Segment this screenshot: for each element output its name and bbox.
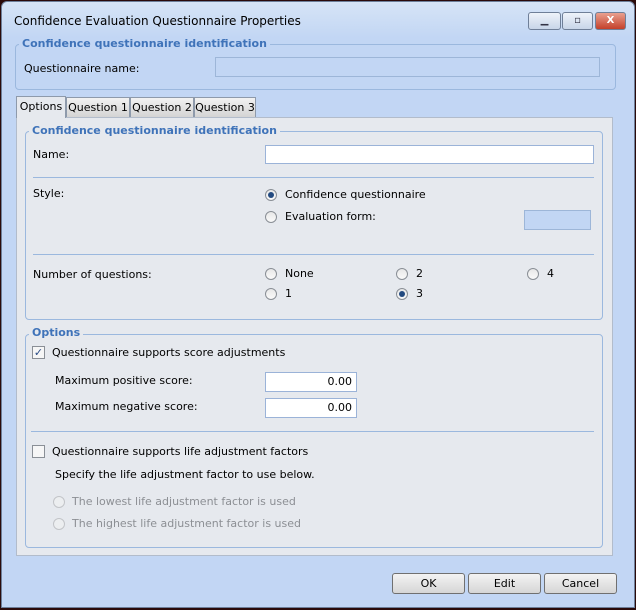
separator [33, 177, 594, 178]
number-of-questions-label: Number of questions: [33, 268, 152, 281]
ok-button[interactable]: OK [392, 573, 465, 594]
specify-text: Specify the life adjustment factor to us… [55, 468, 315, 481]
tab-question-2[interactable]: Question 2 [130, 97, 194, 118]
questions-3-radio[interactable] [396, 288, 408, 300]
questionnaire-name-input[interactable] [215, 57, 600, 77]
tab-question-1[interactable]: Question 1 [66, 97, 130, 118]
life-adjustment-label: Questionnaire supports life adjustment f… [52, 445, 309, 458]
style-confidence-label: Confidence questionnaire [285, 188, 426, 201]
tab-question-3[interactable]: Question 3 [194, 97, 256, 118]
separator [31, 431, 594, 432]
questions-4-label: 4 [547, 267, 554, 280]
maximize-button[interactable]: ▫ [562, 12, 593, 30]
evaluation-form-input[interactable] [524, 210, 591, 230]
top-group-legend: Confidence questionnaire identification [19, 37, 270, 50]
identification-group-legend: Confidence questionnaire identification [29, 124, 280, 137]
style-evaluation-label: Evaluation form: [285, 210, 376, 223]
questionnaire-name-label: Questionnaire name: [24, 62, 140, 75]
style-confidence-radio[interactable] [265, 189, 277, 201]
highest-factor-radio[interactable] [53, 518, 65, 530]
questions-none-label: None [285, 267, 314, 280]
questions-1-label: 1 [285, 287, 292, 300]
questions-none-radio[interactable] [265, 268, 277, 280]
max-negative-label: Maximum negative score: [55, 400, 198, 413]
options-group-legend: Options [29, 326, 84, 339]
separator [33, 254, 594, 255]
max-positive-input[interactable]: 0.00 [265, 372, 357, 392]
name-input[interactable] [265, 145, 594, 164]
questions-4-radio[interactable] [527, 268, 539, 280]
score-adjustments-checkbox[interactable]: ✓ [32, 346, 45, 359]
window-title: Confidence Evaluation Questionnaire Prop… [14, 14, 301, 28]
style-label: Style: [33, 187, 65, 200]
options-group [25, 334, 603, 548]
cancel-button[interactable]: Cancel [544, 573, 617, 594]
style-evaluation-radio[interactable] [265, 211, 277, 223]
close-button[interactable]: X [595, 12, 626, 30]
questions-1-radio[interactable] [265, 288, 277, 300]
questions-2-label: 2 [416, 267, 423, 280]
minimize-button[interactable]: ▁ [528, 12, 561, 30]
life-adjustment-checkbox[interactable] [32, 445, 45, 458]
edit-button[interactable]: Edit [468, 573, 541, 594]
max-positive-label: Maximum positive score: [55, 374, 193, 387]
max-negative-input[interactable]: 0.00 [265, 398, 357, 418]
lowest-factor-label: The lowest life adjustment factor is use… [72, 495, 296, 508]
tab-options[interactable]: Options [16, 96, 66, 118]
questions-2-radio[interactable] [396, 268, 408, 280]
score-adjustments-label: Questionnaire supports score adjustments [52, 346, 286, 359]
lowest-factor-radio[interactable] [53, 496, 65, 508]
name-label: Name: [33, 148, 70, 161]
title-bar[interactable]: Confidence Evaluation Questionnaire Prop… [2, 2, 634, 38]
questions-3-label: 3 [416, 287, 423, 300]
highest-factor-label: The highest life adjustment factor is us… [72, 517, 302, 530]
